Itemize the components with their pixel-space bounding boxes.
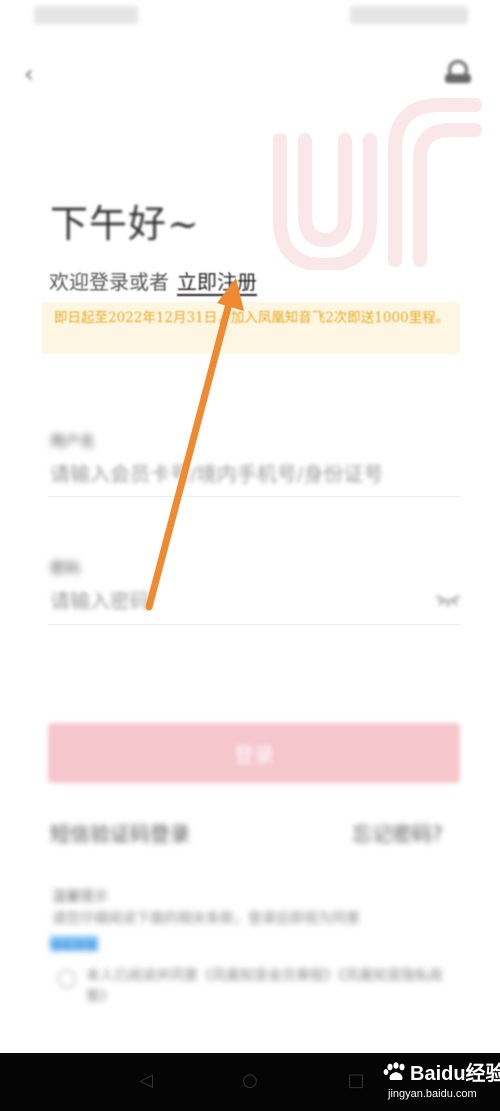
nav-recents-icon[interactable]: □ [343,1068,369,1094]
promo-text: 即日起至2022年12月31日，加入凤凰知音飞2次即送1000里程。 [54,310,450,326]
username-underline [48,496,460,497]
status-bar [0,0,500,34]
notice-text: 请您仔细阅读下面的相关条款，登录后即视为同意 [52,911,360,927]
baidu-watermark: Baidu经验 [382,1062,500,1085]
privacy-policy-link[interactable]: 隐私政策 [50,936,98,954]
baidu-paw-icon [383,1062,405,1080]
promo-banner: 即日起至2022年12月31日，加入凤凰知音飞2次即送1000里程。 [42,302,460,354]
welcome-row: 欢迎登录或者 立即注册 [49,266,257,295]
airline-logo-watermark [273,98,482,270]
greeting-title: 下午好~ [50,202,200,246]
password-underline [48,624,460,625]
username-input[interactable] [50,459,460,489]
eye-closed-icon[interactable] [435,592,461,608]
baidu-brand: Baidu经验 [410,1063,500,1085]
status-bar-left-icons [34,6,138,24]
notice-title: 温馨提示 [52,889,108,905]
status-bar-right-icons [350,6,468,24]
password-label: 密码 [50,559,81,577]
back-arrow-icon[interactable]: ‹ [24,60,52,88]
forgot-password-link[interactable]: 忘记密码? [352,818,443,847]
welcome-text: 欢迎登录或者 [49,270,169,294]
password-input[interactable] [50,586,420,616]
baidu-url: jingyan.baidu.com [388,1088,477,1100]
agree-checkbox[interactable] [58,970,76,988]
register-link[interactable]: 立即注册 [177,270,257,294]
privacy-policy-link-label: 隐私政策 [50,940,99,954]
username-label: 用户名 [50,432,96,450]
nav-back-icon[interactable]: ◁ [133,1068,159,1094]
sms-login-link[interactable]: 短信验证码登录 [50,818,190,847]
login-button[interactable]: 登录 [48,723,460,783]
agree-text: 本人已阅读并同意《凤凰知音会员章程》《凤凰知音隐私政策》 [86,968,443,1005]
nav-home-icon[interactable]: ○ [237,1068,263,1094]
